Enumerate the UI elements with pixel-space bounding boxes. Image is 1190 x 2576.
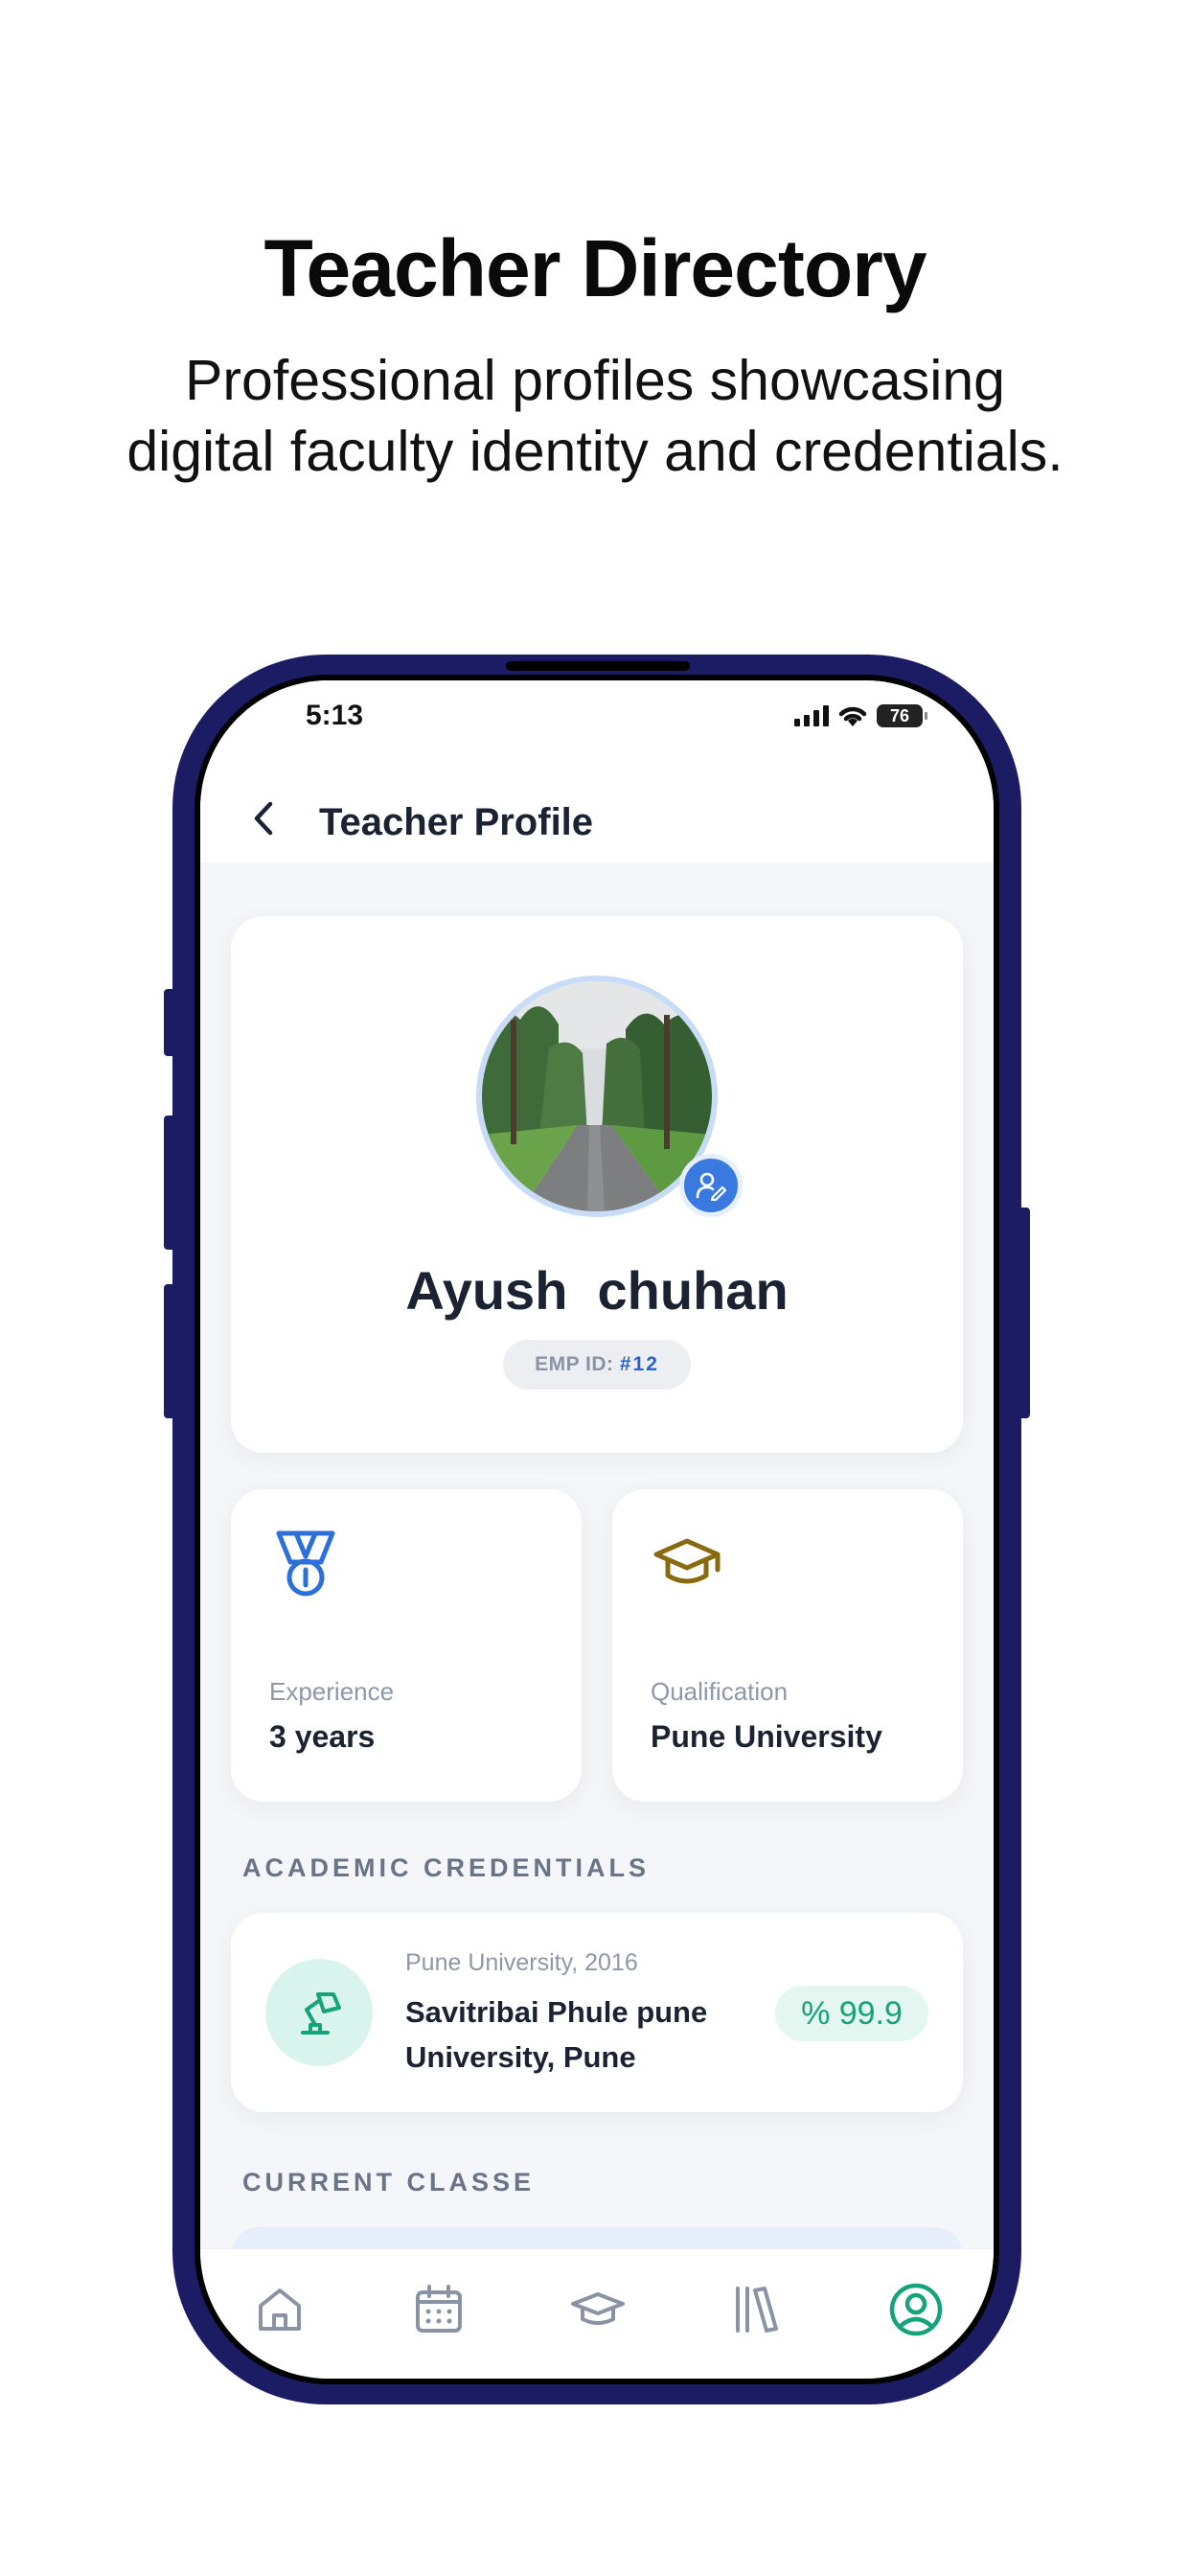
section-current-classes: CURRENT CLASSE (242, 2168, 536, 2196)
qualification-card: Qualification Pune University (612, 1489, 963, 1802)
emp-id-label: EMP ID: (535, 1353, 620, 1375)
credential-subtitle: Pune University, 2016 (405, 1949, 638, 1976)
hero-title: Teacher Directory (263, 223, 927, 313)
volume-up-button (164, 1116, 177, 1250)
battery-icon: 76 (877, 704, 927, 727)
profile-card: Ayush chuhan EMP ID: #12 (231, 916, 963, 1453)
desk-lamp-icon (265, 1959, 373, 2066)
home-icon[interactable] (246, 2276, 313, 2343)
qualification-value: Pune University (651, 1719, 882, 1754)
graduation-cap-icon (651, 1528, 723, 1600)
app-screen: 5:13 76 Teacher Profile Ayush chuhan EMP… (200, 680, 994, 2379)
calendar-icon[interactable] (405, 2276, 472, 2343)
experience-value: 3 years (269, 1719, 376, 1754)
graduation-cap-nav-icon[interactable] (564, 2276, 631, 2343)
teacher-name: Ayush chuhan (405, 1260, 789, 1321)
status-icons: 76 (794, 703, 927, 728)
credential-item[interactable]: Pune University, 2016 Savitribai Phule p… (231, 1913, 963, 2112)
silent-switch (164, 989, 177, 1056)
profile-icon[interactable] (882, 2276, 950, 2343)
emp-id-badge: EMP ID: #12 (503, 1340, 691, 1390)
volume-down-button (164, 1284, 177, 1418)
user-edit-icon[interactable] (679, 1154, 743, 1217)
credential-score-badge: % 99.9 (775, 1986, 928, 2041)
app-bar: Teacher Profile (200, 776, 994, 862)
signal-icon (794, 705, 829, 726)
bottom-nav (200, 2248, 994, 2379)
experience-card: Experience 3 years (231, 1489, 582, 1802)
experience-label: Experience (269, 1677, 395, 1706)
status-time: 5:13 (306, 700, 364, 731)
section-academic-credentials: ACADEMIC CREDENTIALS (242, 1853, 651, 1882)
status-bar: 5:13 76 (200, 680, 994, 776)
emp-id-value: #12 (619, 1353, 659, 1375)
credential-title: Savitribai Phule pune University, Pune (405, 1995, 708, 2074)
speaker-grille (506, 661, 690, 671)
power-button (1017, 1208, 1030, 1418)
hero-subtitle: Professional profiles showcasing digital… (126, 349, 1064, 483)
chevron-left-icon[interactable] (239, 794, 288, 843)
page-title: Teacher Profile (319, 801, 594, 843)
medal-icon (269, 1528, 342, 1600)
library-icon[interactable] (723, 2276, 790, 2343)
qualification-label: Qualification (651, 1677, 789, 1706)
wifi-icon (838, 706, 867, 726)
